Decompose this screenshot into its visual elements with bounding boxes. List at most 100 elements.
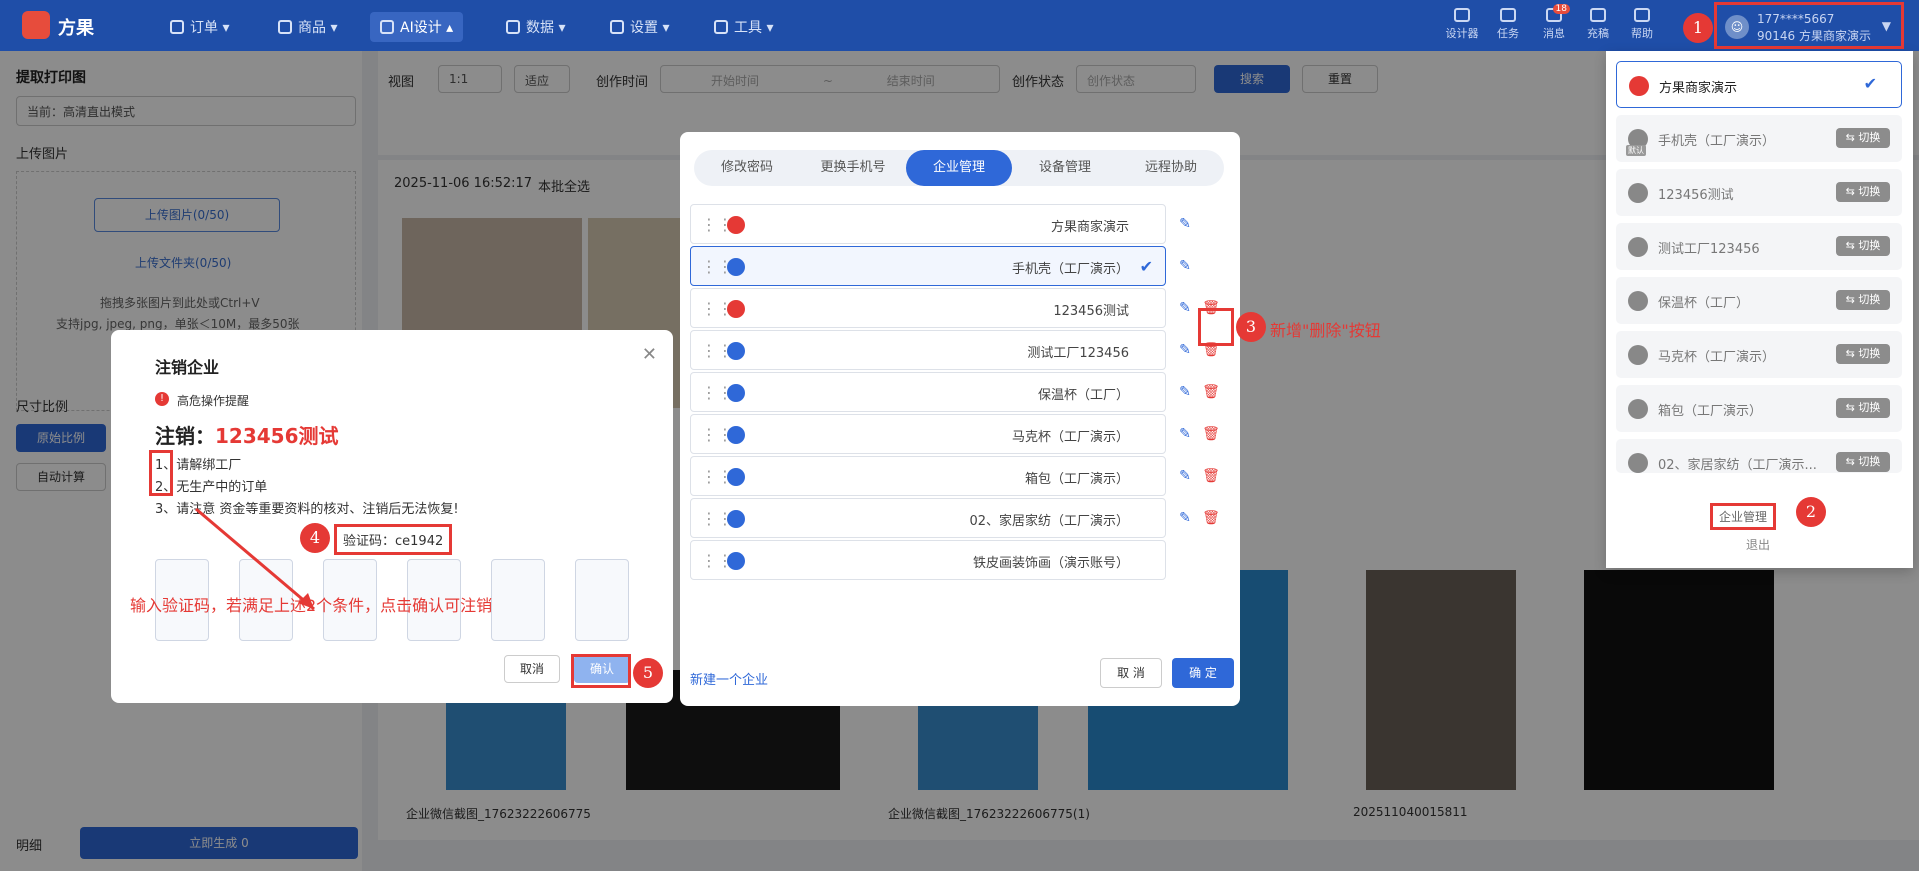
ai-design-icon xyxy=(380,20,394,34)
enterprise-option[interactable]: 02、家居家纺（工厂演示... ⇆ 切换 xyxy=(1616,439,1902,473)
trash-icon[interactable]: 🗑 xyxy=(1202,425,1220,443)
edit-icon[interactable]: ✎ xyxy=(1176,509,1194,527)
annotation-verify-note: 输入验证码，若满足上述2个条件，点击确认可注销 xyxy=(130,596,493,615)
enterprise-option[interactable]: 默认 手机壳（工厂演示） ⇆ 切换 xyxy=(1616,115,1902,162)
trash-icon[interactable]: 🗑 xyxy=(1202,383,1220,401)
tab-change-phone[interactable]: 更换手机号 xyxy=(800,150,906,186)
edit-icon[interactable]: ✎ xyxy=(1176,341,1194,359)
enterprise-option[interactable]: 马克杯（工厂演示） ⇆ 切换 xyxy=(1616,331,1902,378)
tab-enterprise-management[interactable]: 企业管理 xyxy=(906,150,1012,186)
drag-handle-icon[interactable]: ⋮⋮ xyxy=(701,425,733,445)
nav-orders[interactable]: 订单 ▾ xyxy=(160,12,239,42)
orders-icon xyxy=(170,20,184,34)
close-icon[interactable]: ✕ xyxy=(642,344,657,365)
enterprise-management-modal: 修改密码 更换手机号 企业管理 设备管理 远程协助 ⋮⋮ 方果商家演示 ✎ ⋮⋮ 手… xyxy=(680,132,1240,706)
edit-icon[interactable]: ✎ xyxy=(1176,467,1194,485)
switch-button[interactable]: ⇆ 切换 xyxy=(1836,236,1890,256)
tool-recharge[interactable]: 充稿 xyxy=(1580,8,1616,41)
modal-title: 注销企业 xyxy=(155,358,220,377)
new-enterprise-link[interactable]: 新建一个企业 xyxy=(690,669,768,688)
code-input-5[interactable] xyxy=(491,559,545,641)
cancel-button[interactable]: 取消 xyxy=(504,655,560,683)
enterprise-row[interactable]: ⋮⋮ 02、家居家纺（工厂演示） xyxy=(690,498,1166,538)
nav-products[interactable]: 商品 ▾ xyxy=(268,12,347,42)
switch-button[interactable]: ⇆ 切换 xyxy=(1836,290,1890,310)
highlight-delete xyxy=(1198,308,1234,346)
enterprise-icon xyxy=(727,342,745,360)
enterprise-row[interactable]: ⋮⋮ 方果商家演示 xyxy=(690,204,1166,244)
enterprise-row[interactable]: ⋮⋮ 保温杯（工厂） xyxy=(690,372,1166,412)
enterprise-icon xyxy=(727,426,745,444)
drag-handle-icon[interactable]: ⋮⋮ xyxy=(701,299,733,319)
enterprise-row[interactable]: ⋮⋮ 马克杯（工厂演示） xyxy=(690,414,1166,454)
switch-button[interactable]: ⇆ 切换 xyxy=(1836,398,1890,418)
switch-button[interactable]: ⇆ 切换 xyxy=(1836,452,1890,472)
nav-ai-design[interactable]: AI设计 ▴ xyxy=(370,12,464,42)
drag-handle-icon[interactable]: ⋮⋮ xyxy=(701,509,733,529)
enterprise-option[interactable]: 方果商家演示 ✔ xyxy=(1616,61,1902,108)
trash-icon[interactable]: 🗑 xyxy=(1202,509,1220,527)
drag-handle-icon[interactable]: ⋮⋮ xyxy=(701,551,733,571)
enterprise-row[interactable]: ⋮⋮ 箱包（工厂演示） xyxy=(690,456,1166,496)
switch-button[interactable]: ⇆ 切换 xyxy=(1836,182,1890,202)
tools-icon xyxy=(714,20,728,34)
enterprise-row[interactable]: ⋮⋮ 手机壳（工厂演示） ✔ xyxy=(690,246,1166,286)
drag-handle-icon[interactable]: ⋮⋮ xyxy=(701,467,733,487)
enterprise-icon xyxy=(727,216,745,234)
tool-designer[interactable]: 设计器 xyxy=(1444,8,1480,41)
target-enterprise-name: 123456测试 xyxy=(215,424,339,448)
switch-button[interactable]: ⇆ 切换 xyxy=(1836,128,1890,148)
edit-icon[interactable]: ✎ xyxy=(1176,215,1194,233)
tab-remote-assist[interactable]: 远程协助 xyxy=(1118,150,1224,186)
verification-code: 验证码：ce1942 xyxy=(334,524,453,555)
enterprise-icon xyxy=(1628,291,1648,311)
tab-change-password[interactable]: 修改密码 xyxy=(694,150,800,186)
tab-device-management[interactable]: 设备管理 xyxy=(1012,150,1118,186)
gear-icon xyxy=(610,20,624,34)
user-account-menu[interactable]: ☺ 177****5667 90146 方果商家演示 ▼ xyxy=(1714,2,1904,49)
app-logo-icon[interactable] xyxy=(22,11,50,39)
default-badge: 默认 xyxy=(1626,145,1646,156)
drag-handle-icon[interactable]: ⋮⋮ xyxy=(701,215,733,235)
drag-handle-icon[interactable]: ⋮⋮ xyxy=(701,257,733,277)
drag-handle-icon[interactable]: ⋮⋮ xyxy=(701,341,733,361)
enterprise-option[interactable]: 123456测试 ⇆ 切换 xyxy=(1616,169,1902,216)
annotation-delete-note: 新增"删除"按钮 xyxy=(1270,321,1381,340)
tool-tasks[interactable]: 任务 xyxy=(1490,8,1526,41)
edit-icon[interactable]: ✎ xyxy=(1176,299,1194,317)
edit-icon[interactable]: ✎ xyxy=(1176,257,1194,275)
edit-icon[interactable]: ✎ xyxy=(1176,425,1194,443)
trash-icon[interactable]: 🗑 xyxy=(1202,467,1220,485)
tool-help[interactable]: 帮助 xyxy=(1624,8,1660,41)
enterprise-management-link[interactable]: 企业管理 xyxy=(1710,503,1777,530)
edit-icon[interactable]: ✎ xyxy=(1176,383,1194,401)
tool-messages[interactable]: 18 消息 xyxy=(1536,4,1572,41)
enterprise-icon xyxy=(1628,345,1648,365)
ok-button[interactable]: 确 定 xyxy=(1172,658,1234,688)
warning-icon: ! xyxy=(155,392,169,406)
nav-tools[interactable]: 工具 ▾ xyxy=(704,12,783,42)
check-icon: ✔ xyxy=(1139,257,1153,276)
switch-button[interactable]: ⇆ 切换 xyxy=(1836,344,1890,364)
annotation-marker-2: 2 xyxy=(1796,497,1826,527)
enterprise-row[interactable]: ⋮⋮ 123456测试 xyxy=(690,288,1166,328)
message-count-badge: 18 xyxy=(1552,4,1570,14)
nav-data[interactable]: 数据 ▾ xyxy=(496,12,575,42)
messages-icon: 18 xyxy=(1546,4,1570,22)
enterprise-row[interactable]: ⋮⋮ 测试工厂123456 xyxy=(690,330,1166,370)
drag-handle-icon[interactable]: ⋮⋮ xyxy=(701,383,733,403)
enterprise-icon xyxy=(727,468,745,486)
enterprise-option[interactable]: 保温杯（工厂） ⇆ 切换 xyxy=(1616,277,1902,324)
nav-settings[interactable]: 设置 ▾ xyxy=(600,12,679,42)
enterprise-option[interactable]: 测试工厂123456 ⇆ 切换 xyxy=(1616,223,1902,270)
code-input-6[interactable] xyxy=(575,559,629,641)
chevron-down-icon: ▼ xyxy=(1881,19,1891,33)
logout-link[interactable]: 退出 xyxy=(1746,536,1770,553)
cancel-button[interactable]: 取 消 xyxy=(1100,658,1162,688)
data-icon xyxy=(506,20,520,34)
user-phone: 177****5667 xyxy=(1757,12,1835,26)
enterprise-icon xyxy=(727,258,745,276)
enterprise-option[interactable]: 箱包（工厂演示） ⇆ 切换 xyxy=(1616,385,1902,432)
check-icon: ✔ xyxy=(1863,74,1877,93)
enterprise-row[interactable]: ⋮⋮ 铁皮画装饰画（演示账号） xyxy=(690,540,1166,580)
